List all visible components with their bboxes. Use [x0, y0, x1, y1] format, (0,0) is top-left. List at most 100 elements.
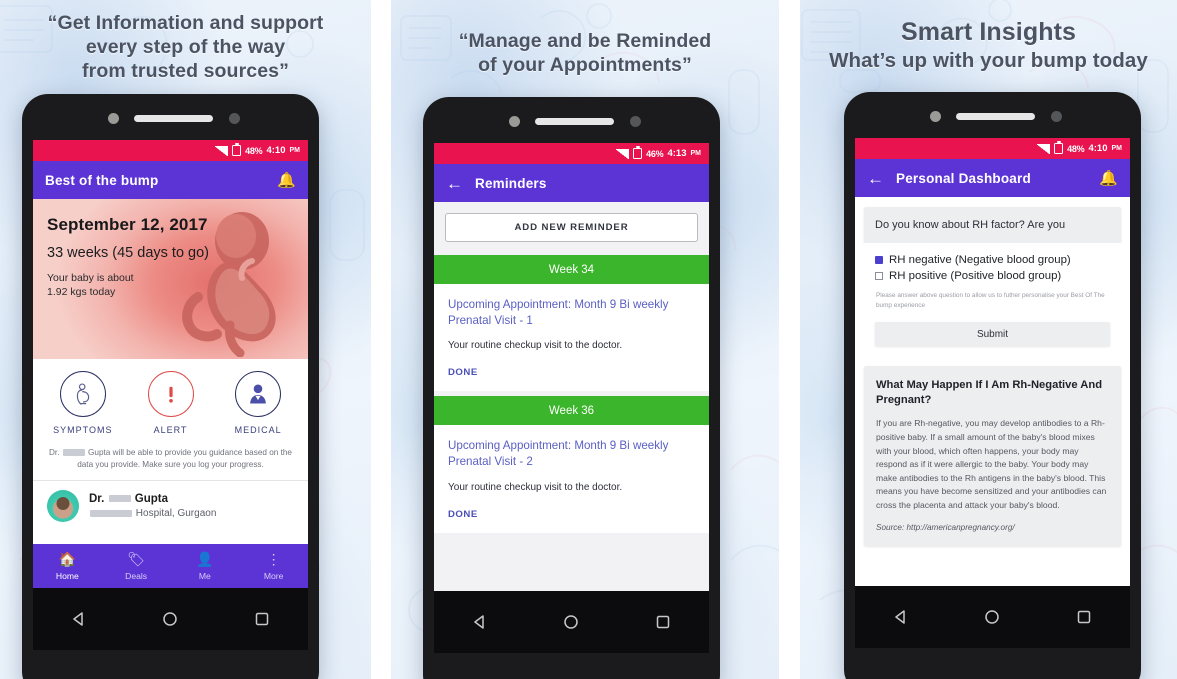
- reminder-description: Your routine checkup visit to the doctor…: [448, 481, 623, 493]
- sensor-icon: [229, 113, 240, 124]
- doctor-name: Dr. Gupta: [89, 493, 216, 505]
- recents-square-icon[interactable]: [654, 613, 672, 631]
- phone-bezel-bottom: [844, 648, 1141, 679]
- fetus-illustration: [182, 212, 276, 357]
- battery-percent: 48%: [245, 145, 263, 156]
- app-bar: ← Reminders: [434, 164, 709, 202]
- status-time: 4:13: [667, 148, 687, 159]
- reminder-description: Your routine checkup visit to the doctor…: [448, 340, 623, 352]
- earpiece-speaker: [535, 118, 614, 125]
- bottom-nav-home[interactable]: 🏠 Home: [33, 551, 102, 581]
- quick-action-symptoms[interactable]: SYMPTOMS: [39, 371, 127, 435]
- rh-option-label: RH positive (Positive blood group): [889, 270, 1062, 282]
- home-circle-icon[interactable]: [983, 608, 1001, 626]
- doctor-disclaimer: Dr. Gupta will be able to provide you gu…: [33, 441, 308, 480]
- submit-button[interactable]: Submit: [875, 322, 1110, 347]
- more-vertical-icon: ⋮: [266, 551, 281, 567]
- phone-screen: 48% 4:10 PM Best of the bump 🔔 September…: [33, 140, 308, 588]
- promo-panel-reminders: “Manage and be Reminded of your Appointm…: [391, 0, 779, 679]
- battery-percent: 46%: [646, 148, 664, 159]
- rh-options-group: RH negative (Negative blood group) RH po…: [864, 243, 1121, 351]
- doctor-name-suffix: Gupta: [134, 492, 168, 505]
- app-title: Personal Dashboard: [896, 170, 1031, 186]
- pregnancy-hero-card[interactable]: September 12, 2017 33 weeks (45 days to …: [33, 199, 308, 359]
- radio-selected-icon[interactable]: [875, 256, 883, 264]
- status-bar: 48% 4:10 PM: [855, 138, 1130, 159]
- headline-line: “Get Information and support: [47, 12, 324, 34]
- exclamation-icon: [147, 371, 194, 417]
- reminder-done-button[interactable]: DONE: [448, 509, 695, 520]
- quick-action-label: MEDICAL: [234, 425, 282, 435]
- quick-action-label: ALERT: [153, 425, 188, 435]
- bottom-nav-deals[interactable]: 🏷 Deals: [102, 551, 171, 581]
- signal-icon: [215, 145, 229, 156]
- phone-bezel-bottom: [423, 653, 720, 679]
- bell-icon[interactable]: 🔔: [277, 171, 296, 189]
- headline-subtitle: What’s up with your bump today: [829, 48, 1148, 72]
- doctor-hospital: Hospital, Gurgaon: [89, 508, 216, 519]
- phone-screen: 48% 4:10 PM ← Personal Dashboard 🔔 Do yo…: [855, 138, 1130, 586]
- baby-weight-line1: Your baby is about: [47, 272, 134, 284]
- panel-headline: “Manage and be Reminded of your Appointm…: [391, 0, 779, 78]
- back-triangle-icon[interactable]: [471, 613, 489, 631]
- reminder-card[interactable]: Upcoming Appointment: Month 9 Bi weekly …: [434, 284, 709, 392]
- redacted-hospital: [90, 509, 132, 517]
- article-card[interactable]: What May Happen If I Am Rh-Negative And …: [864, 366, 1121, 547]
- back-triangle-icon[interactable]: [892, 608, 910, 626]
- reminder-card[interactable]: Upcoming Appointment: Month 9 Bi weekly …: [434, 425, 709, 533]
- status-time: 4:10: [266, 145, 286, 156]
- panel-divider: [779, 0, 800, 679]
- quick-action-medical[interactable]: MEDICAL: [214, 371, 302, 435]
- quick-action-label: SYMPTOMS: [53, 425, 113, 435]
- phone-mockup: 48% 4:10 PM ← Personal Dashboard 🔔 Do yo…: [844, 92, 1141, 679]
- promo-panel-insights: Smart Insights What’s up with your bump …: [800, 0, 1177, 679]
- article-source-link[interactable]: Source: http://americanpregnancy.org/: [876, 523, 1109, 532]
- earpiece-speaker: [134, 115, 213, 122]
- rh-option-positive[interactable]: RH positive (Positive blood group): [875, 270, 1110, 282]
- promo-panel-information: “Get Information and support every step …: [0, 0, 371, 679]
- quick-actions-row: SYMPTOMS ALERT MEDICAL: [33, 359, 308, 441]
- reminder-done-button[interactable]: DONE: [448, 367, 695, 378]
- home-icon: 🏠: [58, 551, 77, 567]
- radio-unselected-icon[interactable]: [875, 272, 883, 280]
- rh-question-card: Do you know about RH factor? Are you: [864, 207, 1121, 243]
- bottom-nav-label: More: [263, 571, 284, 581]
- bell-icon[interactable]: 🔔: [1099, 169, 1118, 187]
- phone-screen: 46% 4:13 PM ← Reminders ADD NEW REMINDER…: [434, 143, 709, 591]
- quick-action-alert[interactable]: ALERT: [127, 371, 215, 435]
- home-circle-icon[interactable]: [562, 613, 580, 631]
- back-arrow-icon[interactable]: ←: [446, 175, 463, 192]
- headline-line: of your Appointments”: [478, 53, 692, 76]
- article-body: If you are Rh-negative, you may develop …: [876, 418, 1107, 510]
- add-reminder-wrapper: ADD NEW REMINDER: [434, 202, 709, 255]
- tag-icon: 🏷: [127, 551, 146, 567]
- week-header: Week 34: [434, 255, 709, 284]
- add-new-reminder-button[interactable]: ADD NEW REMINDER: [445, 213, 698, 242]
- battery-icon: [633, 146, 643, 159]
- recents-square-icon[interactable]: [253, 610, 271, 628]
- reminders-list: ADD NEW REMINDER Week 34 Upcoming Appoin…: [434, 202, 709, 591]
- front-camera-icon: [930, 111, 941, 122]
- bottom-nav-me[interactable]: 👤 Me: [171, 551, 240, 581]
- android-navigation-bar: [855, 586, 1130, 648]
- home-circle-icon[interactable]: [161, 610, 179, 628]
- rh-option-label: RH negative (Negative blood group): [889, 254, 1071, 266]
- sensor-icon: [1051, 111, 1062, 122]
- phone-bezel-top: [22, 94, 319, 140]
- android-navigation-bar: [434, 591, 709, 653]
- doctor-card[interactable]: Dr. Gupta Hospital, Gurgaon: [33, 481, 308, 531]
- rh-option-note: Please answer above question to allow us…: [876, 292, 1105, 309]
- front-camera-icon: [108, 113, 119, 124]
- panel-headline: Smart Insights What’s up with your bump …: [800, 0, 1177, 73]
- signal-icon: [616, 148, 630, 159]
- recents-square-icon[interactable]: [1075, 608, 1093, 626]
- back-arrow-icon[interactable]: ←: [867, 170, 884, 187]
- phone-bezel-top: [844, 92, 1141, 138]
- phone-mockup: 46% 4:13 PM ← Reminders ADD NEW REMINDER…: [423, 97, 720, 679]
- front-camera-icon: [509, 116, 520, 127]
- rh-option-negative[interactable]: RH negative (Negative blood group): [875, 254, 1110, 266]
- status-bar: 48% 4:10 PM: [33, 140, 308, 161]
- bottom-nav-more[interactable]: ⋮ More: [239, 551, 308, 581]
- back-triangle-icon[interactable]: [70, 610, 88, 628]
- article-title: What May Happen If I Am Rh-Negative And …: [876, 379, 1103, 407]
